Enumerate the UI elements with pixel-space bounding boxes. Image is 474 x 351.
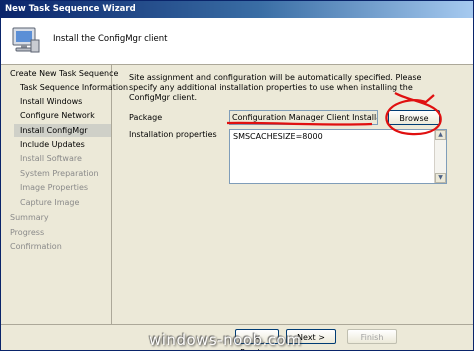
step-include-updates: Include Updates [20,140,85,149]
scroll-down-arrow-icon[interactable]: ▼ [435,173,446,183]
computer-icon [12,27,40,53]
installation-properties-textarea[interactable]: SMSCACHESIZE=8000 ▲ ▼ [229,129,447,184]
title-bar[interactable]: New Task Sequence Wizard [1,1,473,18]
step-install-windows: Install Windows [20,97,83,106]
finish-button: Finish [347,329,397,344]
package-field: Configuration Manager Client Installatio… [229,110,378,125]
package-label: Package [129,113,163,122]
step-configure-network: Configure Network [20,111,95,120]
wizard-header: Install the ConfigMgr client [1,18,473,65]
step-system-preparation: System Preparation [20,169,99,178]
step-image-properties: Image Properties [20,183,89,192]
wizard-steps-sidebar: Create New Task Sequence Task Sequence I… [1,65,128,324]
step-summary: Summary [10,213,49,222]
step-install-configmgr: Install ConfigMgr [14,124,111,137]
page-description: Site assignment and configuration will b… [129,73,422,102]
step-confirmation: Confirmation [10,242,62,251]
wizard-window: New Task Sequence Wizard Install the Con… [0,0,474,351]
browse-button[interactable]: Browse [388,110,440,125]
installation-properties-label: Installation properties [129,130,217,139]
step-capture-image: Capture Image [20,198,80,207]
installation-properties-value: SMSCACHESIZE=8000 [233,132,323,141]
step-create-new-task-sequence: Create New Task Sequence [10,69,119,78]
step-install-software: Install Software [20,154,82,163]
header-text: Install the ConfigMgr client [53,34,168,44]
textarea-scrollbar[interactable]: ▲ ▼ [434,130,446,183]
wizard-content: Site assignment and configuration will b… [112,65,473,324]
scroll-up-arrow-icon[interactable]: ▲ [435,130,446,140]
watermark: windows-noob.com [149,331,302,349]
window-title: New Task Sequence Wizard [5,4,136,14]
step-progress: Progress [10,228,45,237]
